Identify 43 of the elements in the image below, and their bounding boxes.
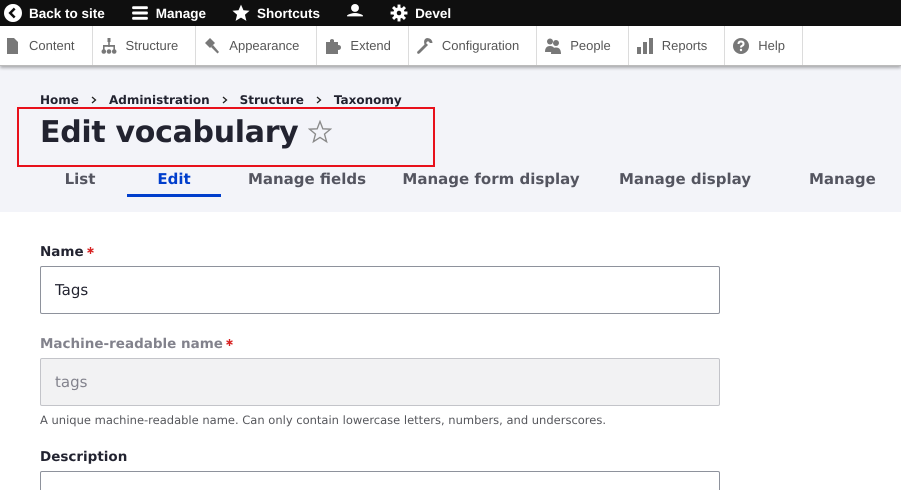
field-label: Name — [40, 244, 84, 260]
menu-link[interactable]: Help — [725, 26, 803, 65]
toolbar-link[interactable]: Manage — [130, 0, 218, 26]
tab[interactable]: Manage display — [595, 164, 775, 197]
puzzle-icon — [325, 38, 342, 54]
settings-icon — [390, 4, 408, 22]
field-description: A unique machine-readable name. Can only contain lowercase letters, numbers, and underscores. — [40, 413, 607, 427]
menu-link[interactable]: Configuration — [408, 26, 538, 65]
menu-link[interactable]: Content — [0, 26, 93, 65]
input-field[interactable]: Tags — [40, 266, 720, 314]
tab[interactable]: List — [33, 164, 127, 197]
toolbar-link[interactable]: Devel — [390, 0, 464, 26]
breadcrumb-link[interactable]: Home — [40, 93, 79, 107]
back-icon — [4, 4, 22, 22]
toolbar-link[interactable]: Shortcuts — [232, 0, 332, 26]
menu-link[interactable]: Appearance — [196, 26, 318, 65]
people-icon — [545, 38, 562, 54]
help-icon — [733, 38, 750, 54]
breadcrumb-link[interactable]: Structure — [240, 93, 304, 107]
hierarchy-icon — [100, 38, 117, 54]
tab[interactable]: Manage form display — [387, 164, 595, 197]
menu-link[interactable]: People — [537, 26, 629, 65]
field-label: Description — [40, 449, 128, 465]
menu-link[interactable]: Extend — [317, 26, 409, 65]
star-icon[interactable] — [308, 120, 332, 144]
breadcrumb-link[interactable]: Taxonomy — [334, 93, 402, 107]
menu-icon — [130, 4, 149, 22]
chevron-icon — [222, 96, 228, 104]
chevron-icon — [316, 96, 322, 104]
tab[interactable]: Edit — [127, 164, 221, 197]
document-icon — [4, 38, 20, 54]
toolbar-link[interactable]: Back to site — [4, 0, 117, 26]
star-icon — [232, 4, 250, 22]
page-title: Edit vocabulary — [40, 114, 298, 150]
menu-link[interactable]: Structure — [92, 26, 196, 65]
menu-link[interactable]: Reports — [628, 26, 726, 65]
bar-chart-icon — [636, 38, 653, 54]
tab[interactable]: Manage — [809, 164, 876, 197]
breadcrumb-link[interactable]: Administration — [108, 93, 210, 107]
field-label: Machine-readable name — [40, 336, 223, 352]
tab[interactable]: Manage fields — [221, 164, 387, 197]
wrench-icon — [416, 38, 433, 54]
chevron-icon — [90, 96, 97, 104]
